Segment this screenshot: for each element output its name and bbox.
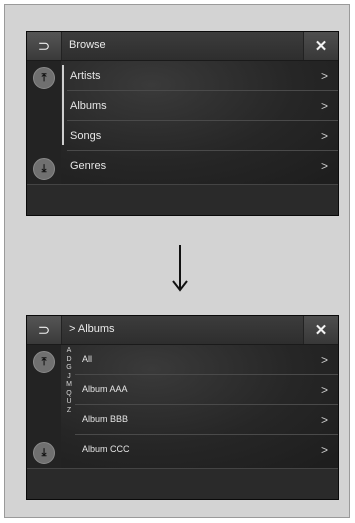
list-item-album-bbb[interactable]: Album BBB > xyxy=(75,405,338,435)
alphabet-index[interactable]: A D G J M Q U Z xyxy=(64,347,74,415)
close-icon: ✕ xyxy=(314,322,328,339)
scroll-down-button[interactable]: ⤓ xyxy=(33,442,55,464)
screen-content: ⊃ > Albums ✕ ⤒ ⤓ A D G J M Q U Z All > A… xyxy=(27,316,338,468)
chevron-right-icon: > xyxy=(320,99,328,113)
browse-list: Artists > Albums > Songs > Genres > xyxy=(67,61,338,184)
alpha-letter[interactable]: A xyxy=(64,347,74,356)
browse-screen: ⊃ Browse ✕ ⤒ ⤓ Artists > Albums > Songs … xyxy=(26,31,339,216)
scroll-up-button[interactable]: ⤒ xyxy=(33,351,55,373)
breadcrumb-title: > Albums xyxy=(69,323,115,335)
alpha-letter[interactable]: U xyxy=(64,398,74,407)
scrollbar[interactable] xyxy=(62,65,64,145)
scroll-up-icon: ⤒ xyxy=(41,355,47,368)
alpha-letter[interactable]: Z xyxy=(64,407,74,416)
scroll-down-button[interactable]: ⤓ xyxy=(33,158,55,180)
chevron-right-icon: > xyxy=(320,159,328,173)
down-arrow-svg xyxy=(172,245,188,292)
back-button[interactable]: ⊃ xyxy=(27,32,62,60)
close-icon: ✕ xyxy=(314,38,328,55)
list-item-label: Albums xyxy=(70,100,107,112)
header-bar: ⊃ > Albums ✕ xyxy=(27,316,338,345)
alpha-letter[interactable]: M xyxy=(64,381,74,390)
list-item-label: All xyxy=(82,354,93,364)
scroll-sidebar: ⤒ ⤓ xyxy=(27,61,61,184)
list-item-artists[interactable]: Artists > xyxy=(67,61,338,91)
back-icon: ⊃ xyxy=(37,322,51,339)
chevron-right-icon: > xyxy=(320,353,328,367)
albums-list: All > Album AAA > Album BBB > Album CCC … xyxy=(75,345,338,468)
alpha-letter[interactable]: D xyxy=(64,356,74,365)
list-item-label: Genres xyxy=(70,160,107,172)
back-button[interactable]: ⊃ xyxy=(27,316,62,344)
down-arrow-icon xyxy=(170,237,190,297)
scroll-down-icon: ⤓ xyxy=(41,162,47,175)
chevron-right-icon: > xyxy=(320,69,328,83)
list-item-album-aaa[interactable]: Album AAA > xyxy=(75,375,338,405)
list-item-albums[interactable]: Albums > xyxy=(67,91,338,121)
scroll-down-icon: ⤓ xyxy=(41,446,47,459)
list-item-songs[interactable]: Songs > xyxy=(67,121,338,151)
scroll-up-icon: ⤒ xyxy=(41,71,47,84)
list-item-all[interactable]: All > xyxy=(75,345,338,375)
chevron-right-icon: > xyxy=(320,383,328,397)
chevron-right-icon: > xyxy=(320,129,328,143)
list-item-label: Album BBB xyxy=(82,414,129,424)
alpha-letter[interactable]: Q xyxy=(64,390,74,399)
scroll-up-button[interactable]: ⤒ xyxy=(33,67,55,89)
scroll-sidebar: ⤒ ⤓ xyxy=(27,345,61,468)
list-item-genres[interactable]: Genres > xyxy=(67,151,338,181)
screen-content: ⊃ Browse ✕ ⤒ ⤓ Artists > Albums > Songs … xyxy=(27,32,338,184)
header-bar: ⊃ Browse ✕ xyxy=(27,32,338,61)
list-item-label: Album AAA xyxy=(82,384,128,394)
chevron-right-icon: > xyxy=(320,443,328,457)
alpha-letter[interactable]: G xyxy=(64,364,74,373)
list-item-label: Artists xyxy=(70,70,101,82)
list-item-label: Songs xyxy=(70,130,102,142)
chevron-right-icon: > xyxy=(320,413,328,427)
bottom-bar xyxy=(27,184,338,215)
list-item-album-ccc[interactable]: Album CCC > xyxy=(75,435,338,465)
bottom-bar xyxy=(27,468,338,499)
page-title: Browse xyxy=(69,39,106,51)
list-item-label: Album CCC xyxy=(82,444,130,454)
back-icon: ⊃ xyxy=(37,38,51,55)
albums-screen: ⊃ > Albums ✕ ⤒ ⤓ A D G J M Q U Z All > A… xyxy=(26,315,339,500)
close-button[interactable]: ✕ xyxy=(303,32,338,60)
close-button[interactable]: ✕ xyxy=(303,316,338,344)
alpha-letter[interactable]: J xyxy=(64,373,74,382)
